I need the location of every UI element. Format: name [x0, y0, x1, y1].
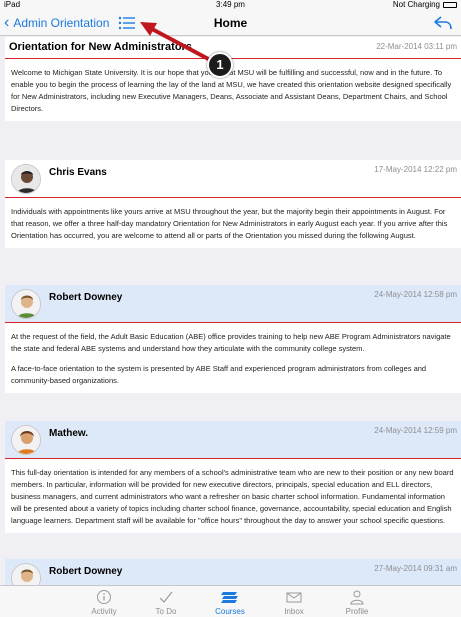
- reply-header: Chris Evans 17-May-2014 12:22 pm: [5, 160, 461, 198]
- announcement-body: Welcome to Michigan State University. It…: [5, 59, 461, 121]
- author-name: Robert Downey: [49, 566, 123, 577]
- status-time: 3:49 pm: [216, 0, 245, 9]
- reply-header: Mathew. 24-May-2014 12:59 pm: [5, 421, 461, 459]
- tab-todo[interactable]: To Do: [136, 589, 196, 617]
- checkmark-icon: [159, 591, 173, 603]
- reply-header: Robert Downey 24-May-2014 12:58 pm: [5, 285, 461, 323]
- tab-profile[interactable]: Profile: [327, 589, 387, 617]
- inbox-icon: [286, 592, 302, 603]
- avatar: [11, 164, 41, 194]
- announcement-paragraph: Welcome to Michigan State University. It…: [11, 68, 452, 113]
- navigation-bar: ‹ Admin Orientation Home: [0, 10, 461, 36]
- reply-date: 27-May-2014 09:31 am: [374, 564, 457, 573]
- tab-courses[interactable]: Courses: [200, 589, 260, 617]
- courses-stack-icon: [221, 592, 238, 603]
- reply-date: 24-May-2014 12:58 pm: [374, 290, 457, 299]
- tab-activity[interactable]: Activity: [74, 589, 134, 617]
- menu-list-icon[interactable]: [118, 15, 136, 31]
- back-button[interactable]: ‹ Admin Orientation: [4, 14, 109, 32]
- info-icon: [97, 590, 111, 604]
- tab-label: To Do: [155, 607, 177, 616]
- tab-label: Courses: [215, 607, 245, 616]
- back-button-label: Admin Orientation: [13, 16, 110, 30]
- chevron-left-icon: ‹: [4, 14, 10, 31]
- reply-body: This full-day orientation is intended fo…: [5, 459, 461, 533]
- reply-body: Individuals with appointments like yours…: [5, 198, 461, 248]
- profile-icon: [350, 590, 364, 605]
- reply-header: Robert Downey 27-May-2014 09:31 am: [5, 559, 461, 585]
- tab-inbox[interactable]: Inbox: [264, 589, 324, 617]
- announcement-title: Orientation for New Administrators: [9, 41, 192, 53]
- reply-date: 17-May-2014 12:22 pm: [374, 165, 457, 174]
- author-name: Mathew.: [49, 428, 89, 439]
- avatar: [11, 289, 41, 319]
- announcement-date: 22-Mar-2014 03:11 pm: [376, 42, 457, 51]
- announcement-list[interactable]: Orientation for New Administrators 22-Ma…: [0, 37, 461, 585]
- avatar: [11, 425, 41, 455]
- reply-card[interactable]: Robert Downey 24-May-2014 12:58 pm At th…: [5, 285, 461, 393]
- author-name: Chris Evans: [49, 167, 107, 178]
- status-bar: iPad 3:49 pm Not Charging: [0, 0, 461, 10]
- battery-status: Not Charging: [393, 0, 457, 9]
- person-avatar-icon: [12, 564, 40, 585]
- reply-body: At the request of the field, the Adult B…: [5, 323, 461, 393]
- author-name: Robert Downey: [49, 292, 123, 303]
- reply-card[interactable]: Chris Evans 17-May-2014 12:22 pm Individ…: [5, 160, 461, 248]
- announcement-header: Orientation for New Administrators 22-Ma…: [5, 37, 461, 59]
- battery-label: Not Charging: [392, 0, 440, 9]
- tab-label: Activity: [91, 607, 117, 616]
- person-avatar-icon: [12, 290, 40, 318]
- reply-paragraph: This full-day orientation is intended fo…: [11, 468, 454, 525]
- app-screen: iPad 3:49 pm Not Charging ‹ Admin Orient…: [0, 0, 461, 617]
- person-avatar-icon: [12, 426, 40, 454]
- tab-bar: Activity To Do Courses Inbox Profile: [0, 585, 461, 617]
- reply-icon[interactable]: [433, 15, 453, 31]
- reply-card[interactable]: Mathew. 24-May-2014 12:59 pm This full-d…: [5, 421, 461, 533]
- callout-number-badge: 1: [207, 52, 233, 78]
- reply-card[interactable]: Robert Downey 27-May-2014 09:31 am: [5, 559, 461, 585]
- reply-paragraph: At the request of the field, the Adult B…: [11, 332, 451, 353]
- reply-paragraph: A face-to-face orientation to the system…: [11, 364, 427, 385]
- battery-icon: [443, 1, 457, 8]
- avatar: [11, 563, 41, 585]
- tab-label: Profile: [345, 607, 369, 616]
- reply-date: 24-May-2014 12:59 pm: [374, 426, 457, 435]
- reply-paragraph: Individuals with appointments like yours…: [11, 207, 448, 240]
- announcement-card[interactable]: Orientation for New Administrators 22-Ma…: [5, 37, 461, 121]
- tab-label: Inbox: [284, 607, 304, 616]
- person-avatar-icon: [12, 165, 40, 193]
